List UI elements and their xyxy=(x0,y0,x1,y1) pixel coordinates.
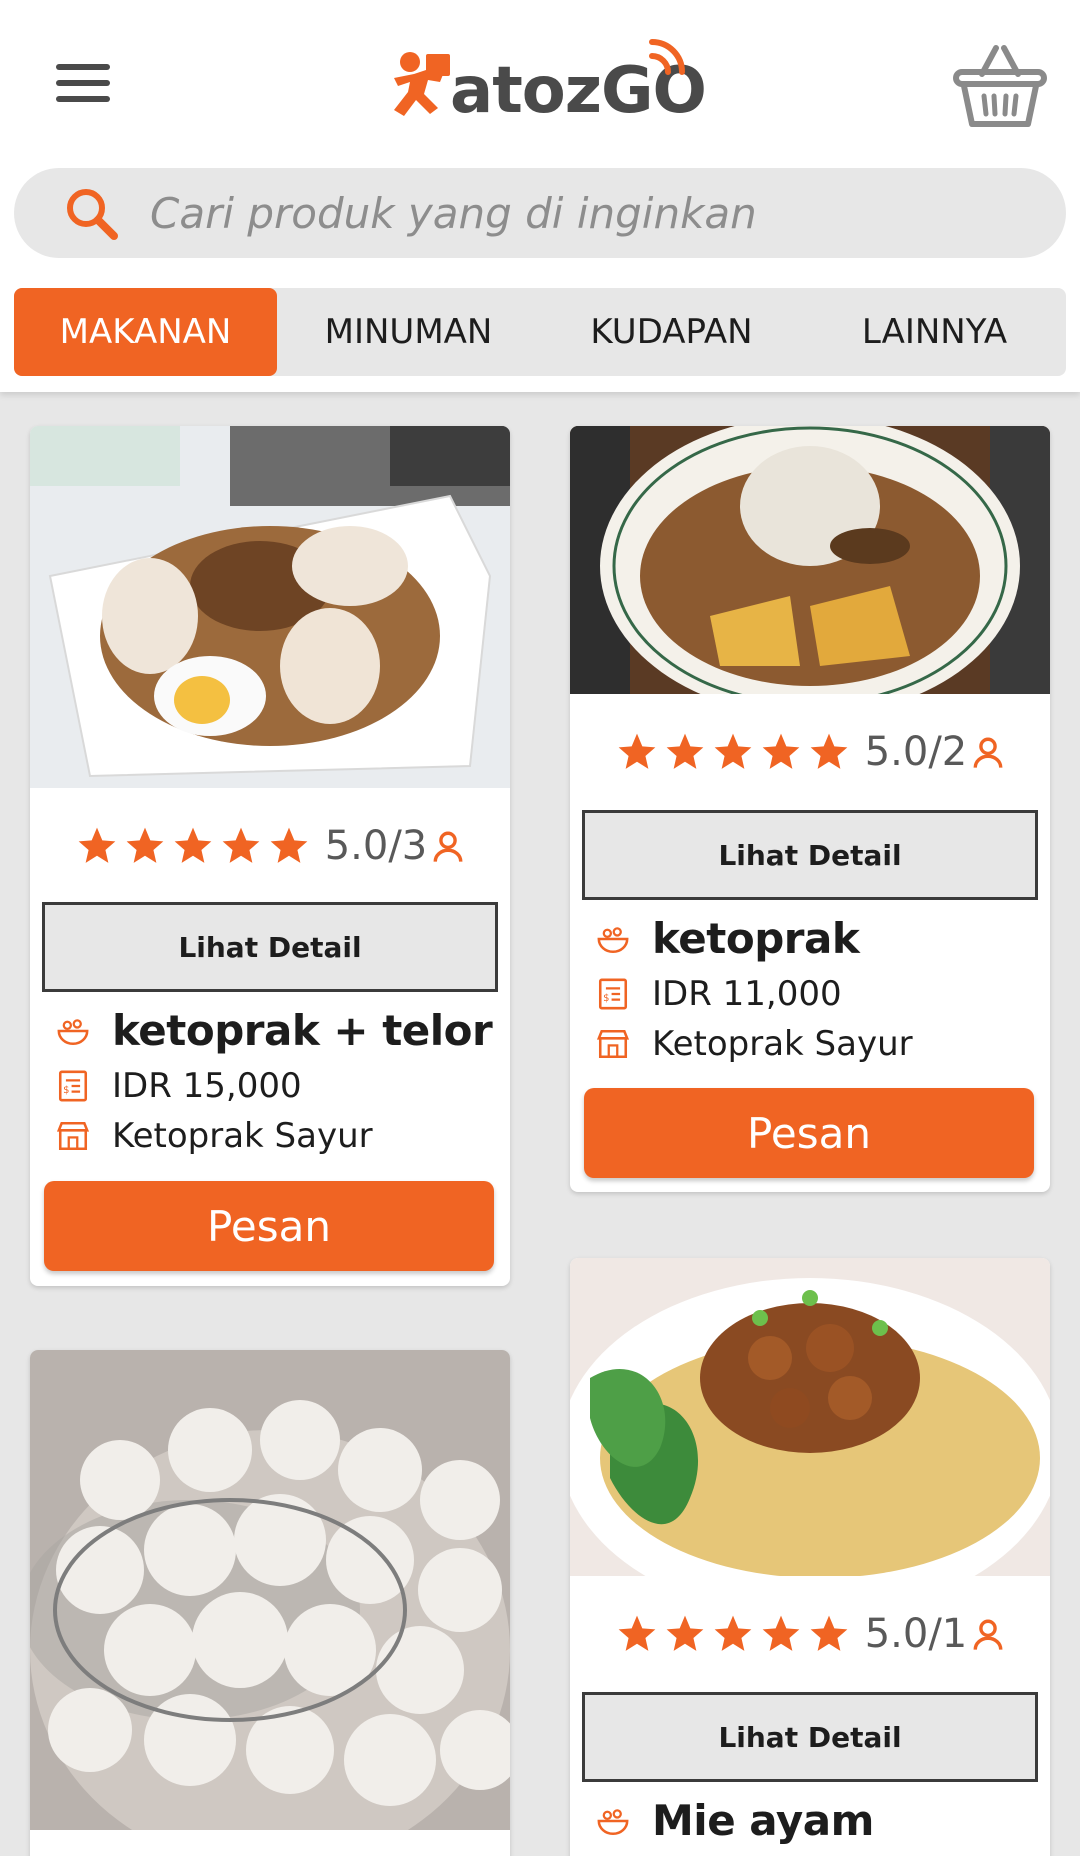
store-icon xyxy=(596,1029,630,1059)
star-icon xyxy=(78,827,116,863)
search-bar[interactable] xyxy=(14,168,1066,258)
store-icon xyxy=(56,1121,90,1151)
product-price-row: $ IDR 15,000 xyxy=(56,1066,302,1106)
star-icon xyxy=(174,827,212,863)
view-detail-button[interactable]: Lihat Detail xyxy=(582,1692,1038,1782)
search-input[interactable] xyxy=(150,168,1030,258)
hamburger-menu-icon[interactable] xyxy=(52,60,116,110)
tab-minuman[interactable]: MINUMAN xyxy=(277,288,540,376)
product-price-row: $ IDR 11,000 xyxy=(596,974,842,1014)
star-icon xyxy=(618,733,656,769)
stars xyxy=(615,730,851,774)
star-icon xyxy=(714,1615,752,1651)
rating-value: 5.0/1 xyxy=(864,1611,968,1657)
view-detail-button[interactable]: Lihat Detail xyxy=(582,810,1038,900)
order-button[interactable]: Pesan xyxy=(584,1088,1034,1178)
star-icon xyxy=(126,827,164,863)
user-icon xyxy=(973,737,1003,768)
price-tag-icon: $ xyxy=(58,1070,88,1102)
rating: 5.0/2 xyxy=(570,722,1050,782)
star-icon xyxy=(714,733,752,769)
rating: 5.0/3 xyxy=(30,816,510,876)
product-image[interactable] xyxy=(570,1258,1050,1576)
product-price: IDR 11,000 xyxy=(652,974,842,1014)
star-icon xyxy=(762,1615,800,1651)
product-image[interactable] xyxy=(30,426,510,788)
cart-basket-icon[interactable] xyxy=(950,40,1050,130)
food-bowl-icon xyxy=(597,1808,629,1835)
product-name-row: ketoprak + telor xyxy=(56,1006,493,1055)
product-name: ketoprak + telor xyxy=(112,1006,493,1055)
star-icon xyxy=(666,1615,704,1651)
runner-logo-icon xyxy=(394,52,450,116)
product-name: Mie ayam xyxy=(652,1796,874,1845)
product-name-row: ketoprak xyxy=(596,914,860,963)
food-bowl-icon xyxy=(57,1018,89,1045)
product-card: 5.0/3 Lihat Detail ketoprak + telor $ ID… xyxy=(30,426,510,1286)
price-tag-icon: $ xyxy=(598,978,628,1010)
product-image[interactable] xyxy=(570,426,1050,694)
view-detail-button[interactable]: Lihat Detail xyxy=(42,902,498,992)
signal-icon xyxy=(649,39,685,75)
product-store-row: Ketoprak Sayur xyxy=(56,1116,373,1156)
tab-makanan[interactable]: MAKANAN xyxy=(14,288,277,376)
rating-value: 5.0/2 xyxy=(864,729,968,775)
rating-value: 5.0/3 xyxy=(324,823,428,869)
tab-lainnya[interactable]: LAINNYA xyxy=(803,288,1066,376)
food-bowl-icon xyxy=(597,926,629,953)
star-icon xyxy=(666,733,704,769)
user-icon xyxy=(433,831,463,862)
product-card: 5.0/1 Lihat Detail Mie ayam xyxy=(570,1258,1050,1856)
search-icon xyxy=(67,189,118,240)
tab-kudapan[interactable]: KUDAPAN xyxy=(540,288,803,376)
star-icon xyxy=(222,827,260,863)
rating: 5.0/1 xyxy=(570,1604,1050,1664)
stars xyxy=(75,824,311,868)
product-card: 5.0/2 Lihat Detail ketoprak $ IDR 11,000… xyxy=(570,426,1050,1192)
star-icon xyxy=(618,1615,656,1651)
order-button[interactable]: Pesan xyxy=(44,1181,494,1271)
stars xyxy=(615,1612,851,1656)
product-store: Ketoprak Sayur xyxy=(112,1116,373,1156)
product-card xyxy=(30,1350,510,1856)
category-tabs: MAKANAN MINUMAN KUDAPAN LAINNYA xyxy=(14,288,1066,376)
product-store: Ketoprak Sayur xyxy=(652,1024,913,1064)
product-name-row: Mie ayam xyxy=(596,1796,874,1845)
svg-text:$: $ xyxy=(603,993,609,1004)
svg-text:$: $ xyxy=(63,1085,69,1096)
app-header: atozGO MAKANAN MINUMAN KUDAPAN LAINNYA xyxy=(0,0,1080,392)
product-store-row: Ketoprak Sayur xyxy=(596,1024,913,1064)
user-icon xyxy=(973,1619,1003,1650)
product-name: ketoprak xyxy=(652,914,860,963)
app-logo: atozGO xyxy=(384,34,707,128)
star-icon xyxy=(810,733,848,769)
product-image[interactable] xyxy=(30,1350,510,1830)
star-icon xyxy=(762,733,800,769)
product-price: IDR 15,000 xyxy=(112,1066,302,1106)
star-icon xyxy=(810,1615,848,1651)
star-icon xyxy=(270,827,308,863)
